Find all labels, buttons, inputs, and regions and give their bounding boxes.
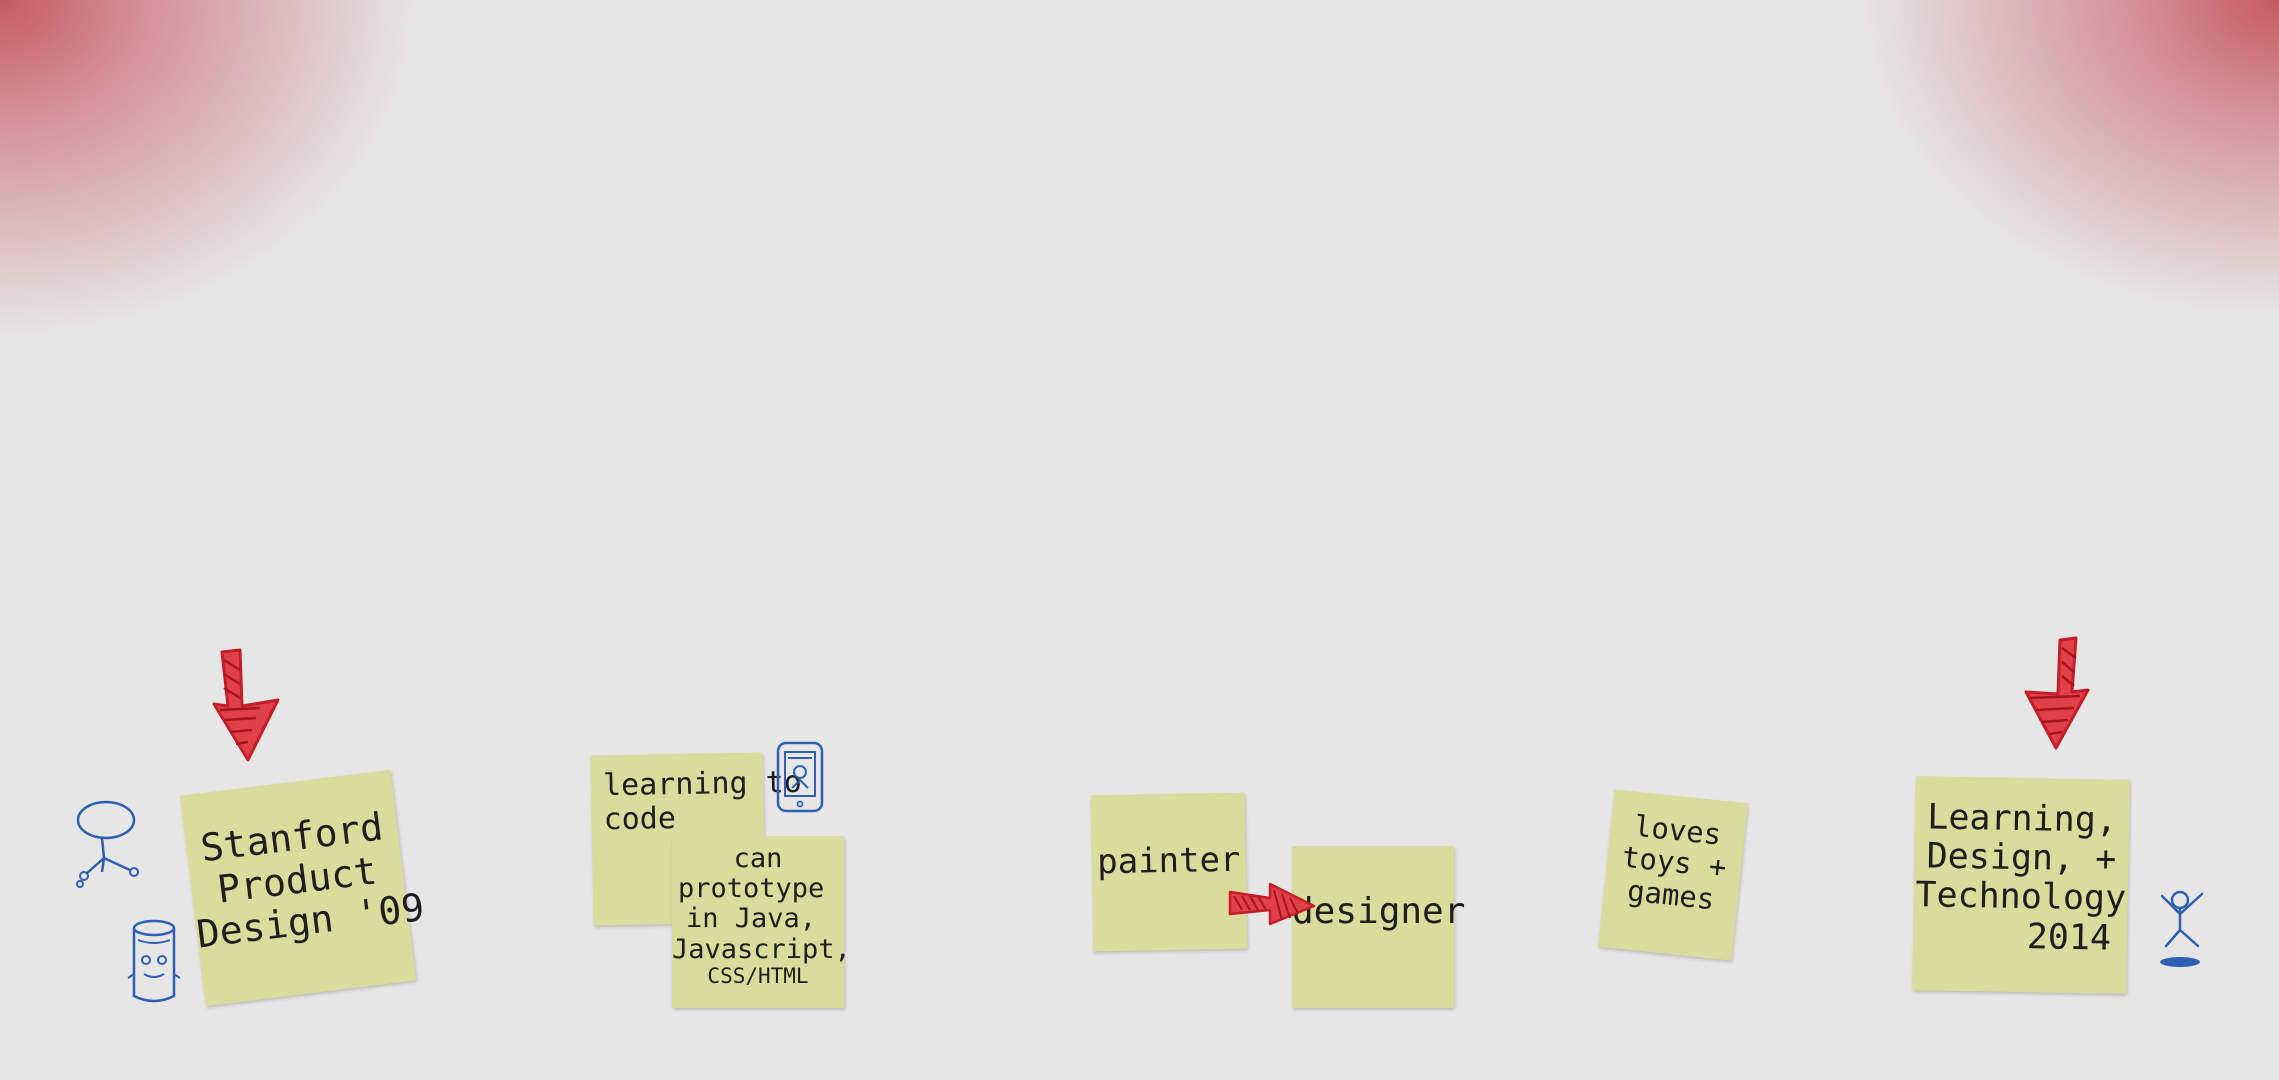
note-line: learning to bbox=[602, 764, 803, 804]
phone-icon bbox=[776, 741, 824, 813]
note-line: Javascript, bbox=[672, 933, 851, 965]
note-line: prototype bbox=[678, 873, 825, 905]
red-arrow-icon bbox=[212, 648, 280, 762]
note-painter: painter bbox=[1090, 792, 1248, 952]
red-arrow-icon bbox=[1228, 882, 1316, 926]
jumping-figure-icon bbox=[2160, 890, 2204, 967]
note-line: can bbox=[733, 843, 783, 874]
stool-icon bbox=[76, 800, 139, 888]
note-prototype: can prototype in Java, Javascript, CSS/H… bbox=[672, 836, 851, 1008]
note-line: painter bbox=[1096, 839, 1241, 883]
note-ldt-2014: Learning, Design, + Technology 2014 bbox=[1912, 776, 2130, 994]
note-line: in Java, bbox=[686, 903, 817, 935]
note-line: CSS/HTML bbox=[707, 963, 809, 988]
note-line: code bbox=[603, 800, 677, 837]
note-line: Technology bbox=[1915, 875, 2127, 920]
note-line: Design, + bbox=[1926, 836, 2117, 880]
note-line: 2014 bbox=[2026, 916, 2112, 959]
note-toys-games: loves toys + games bbox=[1598, 789, 1748, 961]
note-stanford: Stanford Product Design '09 bbox=[179, 769, 427, 1007]
whiteboard-canvas: Stanford Product Design '09 learning to … bbox=[0, 0, 2279, 1080]
note-line: Learning, bbox=[1926, 797, 2118, 841]
robot-icon bbox=[127, 919, 181, 1003]
red-arrow-icon bbox=[2024, 636, 2090, 750]
